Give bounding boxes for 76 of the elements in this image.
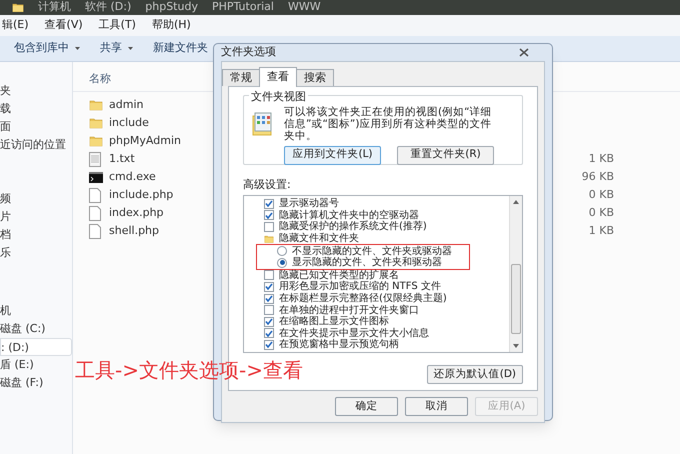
menu-item[interactable]: 帮助(H) <box>152 17 191 34</box>
dialog-tab[interactable]: 常规 <box>222 68 260 86</box>
setting-label[interactable]: 隐藏文件和文件夹 <box>279 231 359 246</box>
dropdown-caret-icon <box>128 47 133 50</box>
folder-icon <box>264 234 274 244</box>
setting-label[interactable]: 显示隐藏的文件、文件夹和驱动器 <box>292 255 442 270</box>
dialog-button[interactable]: 确定 <box>335 397 398 416</box>
sidebar-item[interactable]: 频 <box>0 190 72 208</box>
text-file-icon <box>89 152 101 166</box>
sidebar-item[interactable]: 机 <box>0 302 72 320</box>
setting-label[interactable]: 在预览窗格中显示预览句柄 <box>279 337 399 352</box>
folder-icon <box>12 2 24 13</box>
checkbox[interactable] <box>264 305 274 316</box>
breadcrumb-item[interactable]: WWW <box>288 0 321 16</box>
checkbox[interactable] <box>264 198 274 209</box>
scrollbar-thumb[interactable] <box>511 264 521 334</box>
dialog-title: 文件夹选项 <box>221 44 276 60</box>
folder-view-icon <box>252 112 274 136</box>
checkbox[interactable] <box>264 270 274 280</box>
sidebar-item[interactable]: 磁盘 (C:) <box>0 320 72 338</box>
dialog-tab[interactable]: 查看 <box>259 66 297 86</box>
sidebar-item[interactable]: 档 <box>0 226 72 244</box>
checkbox[interactable] <box>264 340 274 350</box>
dialog-button[interactable]: 取消 <box>405 397 468 416</box>
checkbox[interactable] <box>264 210 274 220</box>
toolbar-button[interactable]: 共享 <box>100 40 133 57</box>
file-size: 0 KB <box>588 186 614 203</box>
sidebar-item[interactable]: 磁盘 (F:) <box>0 374 72 392</box>
sidebar-item[interactable]: 盾 (E:) <box>0 356 72 374</box>
scrollbar[interactable] <box>509 196 522 352</box>
dialog-tab[interactable]: 搜索 <box>296 68 334 86</box>
close-icon[interactable] <box>519 48 529 57</box>
breadcrumb-item[interactable]: phpStudy <box>145 0 198 16</box>
restore-defaults-button[interactable]: 还原为默认值(D) <box>426 365 523 384</box>
file-icon <box>89 224 101 238</box>
folder-views-description: 可以将该文件夹正在使用的视图(例如“详细信息”或“图标”)应用到所有这种类型的文件夹中。 <box>284 106 493 142</box>
folder-view-button[interactable]: 重置文件夹(R) <box>397 146 494 164</box>
file-size: 1 KB <box>588 150 614 167</box>
setting-label[interactable]: 在缩略图上显示文件图标 <box>279 314 389 330</box>
file-size: 96 KB <box>580 168 614 185</box>
folder-icon <box>89 98 103 112</box>
sidebar-item[interactable]: 片 <box>0 208 72 226</box>
menu-item[interactable]: 辑(E) <box>2 17 29 34</box>
folder-icon <box>89 116 103 130</box>
checkbox[interactable] <box>264 222 274 232</box>
column-header[interactable]: 名称 <box>89 71 111 88</box>
radio-button[interactable] <box>277 246 287 256</box>
radio-button[interactable] <box>277 258 287 268</box>
checkbox[interactable] <box>264 328 274 338</box>
sidebar-item[interactable]: 乐 <box>0 244 72 262</box>
advanced-settings-label: 高级设置: <box>243 176 292 192</box>
checkbox[interactable] <box>264 294 274 304</box>
file-icon <box>89 206 101 220</box>
toolbar-button[interactable]: 新建文件夹 <box>153 40 208 57</box>
checkbox[interactable] <box>264 316 274 327</box>
scroll-down-icon[interactable] <box>513 344 519 348</box>
file-size: 0 KB <box>588 204 614 221</box>
breadcrumb-item[interactable]: 计算机 <box>38 0 71 16</box>
checkbox[interactable] <box>264 282 274 292</box>
file-icon <box>89 188 101 202</box>
folder-icon <box>89 134 103 148</box>
menu-item[interactable]: 查看(V) <box>44 17 83 34</box>
file-size: 1 KB <box>588 222 614 239</box>
sidebar-item[interactable]: 近访问的位置 <box>0 136 72 154</box>
sidebar-item[interactable]: 面 <box>0 118 72 136</box>
breadcrumb-item[interactable]: PHPTutorial <box>212 0 274 16</box>
folder-view-button[interactable]: 应用到文件夹(L) <box>284 146 381 164</box>
menu-item[interactable]: 工具(T) <box>98 17 136 34</box>
sidebar-item[interactable]: 载 <box>0 100 72 118</box>
sidebar-item[interactable]: 夹 <box>0 82 72 100</box>
sidebar-item[interactable]: : (D:) <box>0 338 72 356</box>
dropdown-caret-icon <box>75 47 80 50</box>
breadcrumb-item[interactable]: 软件 (D:) <box>85 0 132 16</box>
console-icon <box>89 172 103 182</box>
scroll-up-icon[interactable] <box>513 200 519 204</box>
toolbar-button[interactable]: 包含到库中 <box>14 40 80 57</box>
